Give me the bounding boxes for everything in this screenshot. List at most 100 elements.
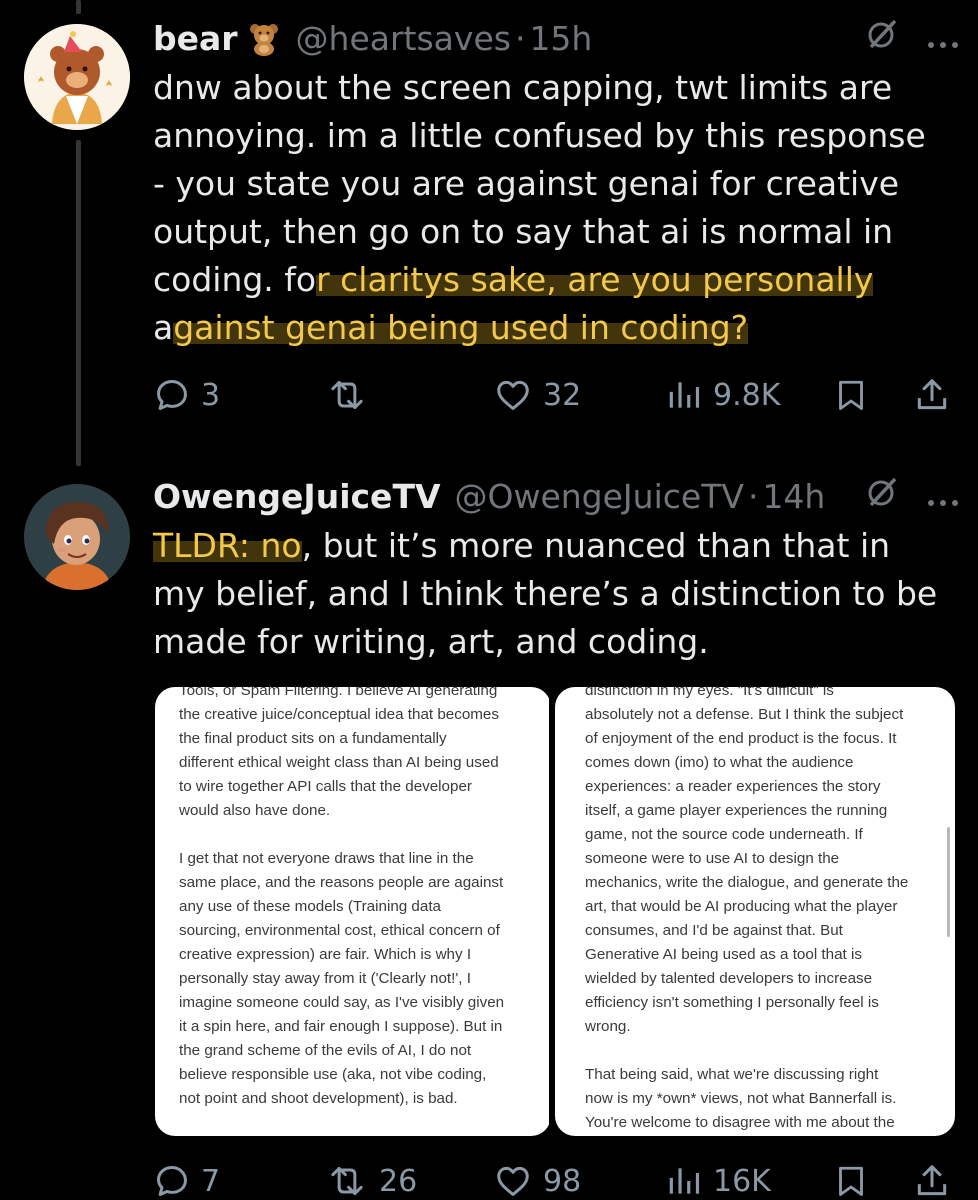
image-text-line: now is my *own* views, not what Bannerfa…	[585, 1090, 897, 1107]
reply-icon	[157, 1166, 187, 1196]
timestamp[interactable]: 14h	[762, 477, 825, 516]
image-scrollbar	[947, 827, 950, 937]
teddy-bear-icon	[246, 20, 282, 56]
image-text-line: wrong.	[585, 1018, 631, 1035]
more-icon[interactable]	[926, 19, 960, 58]
views-count: 9.8K	[713, 377, 781, 413]
image-text-line: distinction in my eyes. "It's difficult"…	[585, 687, 834, 699]
reply-count: 7	[201, 1163, 221, 1199]
tweet[interactable]: bear @heartsaves · 15h dnw about the scr…	[153, 16, 960, 352]
share-icon	[917, 1165, 947, 1196]
header-icons	[864, 474, 960, 518]
repost-icon	[331, 380, 363, 410]
highlighted-text: gainst genai being used in coding?	[173, 308, 749, 347]
image-text-line: absolutely not a defense. But I think th…	[585, 706, 904, 723]
image-text-line: You're welcome to disagree with me about…	[585, 1114, 895, 1131]
tweet-actions: 3 32 9.8K	[153, 370, 960, 420]
reply-button[interactable]: 3	[153, 370, 220, 420]
tweet-line: output, then go on to say that ai is nor…	[153, 212, 894, 251]
views-button[interactable]: 16K	[665, 1156, 771, 1200]
bookmark-button[interactable]	[833, 1156, 869, 1200]
image-text-line: That being said, what we're discussing r…	[585, 1066, 879, 1083]
header-icons	[864, 16, 960, 60]
separator-dot: ·	[514, 18, 526, 58]
image-text-line: personally stay away from it ('Clearly n…	[179, 970, 471, 987]
views-icon	[669, 382, 700, 408]
reply-icon	[157, 380, 187, 410]
image-text-line: itself, a game player experiences the ru…	[585, 802, 888, 819]
share-button[interactable]	[913, 370, 951, 420]
tweet-text-plain: a	[153, 308, 174, 347]
share-button[interactable]	[913, 1156, 951, 1200]
image-text-line: mechanics, write the dialogue, and gener…	[585, 874, 909, 891]
image-text-line: the creative juice/conceptual idea that …	[179, 706, 499, 723]
display-name[interactable]: bear	[153, 19, 238, 58]
attached-image-left[interactable]: Tools, or Spam Filtering. I believe AI g…	[155, 687, 551, 1136]
reply-button[interactable]: 7	[153, 1156, 220, 1200]
reply-count: 3	[201, 377, 221, 413]
image-text-line: game, not the source code underneath. If	[585, 826, 863, 843]
views-button[interactable]: 9.8K	[665, 370, 780, 420]
tweet-text-plain: , but it’s more nuanced than that in	[301, 526, 891, 565]
more-icon[interactable]	[926, 477, 960, 516]
heart-icon	[497, 380, 529, 410]
tweet-text: dnw about the screen capping, twt limits…	[153, 64, 960, 352]
views-icon	[669, 1168, 700, 1194]
thread-line-top	[76, 0, 81, 14]
highlighted-text: r claritys sake, are you personally	[316, 260, 874, 299]
repost-button[interactable]: 26	[325, 1156, 417, 1200]
tweet-line: annoying. im a little confused by this r…	[153, 116, 926, 155]
share-icon	[917, 379, 947, 410]
image-text-line: Generative AI being used as a tool that …	[585, 946, 862, 963]
image-text-line: same place, and the reasons people are a…	[179, 874, 504, 891]
image-text-line: efficiency isn't something I personally …	[585, 994, 879, 1011]
tweet-line: TLDR: no, but it’s more nuanced than tha…	[153, 522, 960, 570]
image-text-line: I get that not everyone draws that line …	[179, 850, 474, 867]
like-button[interactable]: 32	[493, 370, 581, 420]
tweet-header: OwengeJuiceTV @OwengeJuiceTV · 14h	[153, 474, 960, 518]
display-name[interactable]: OwengeJuiceTV	[153, 477, 441, 516]
heart-icon	[497, 1166, 529, 1196]
image-text-line: the final product sits on a fundamentall…	[179, 730, 447, 747]
image-text-line: someone were to use AI to design the	[585, 850, 840, 867]
image-text-line: would also have done.	[179, 802, 331, 819]
handle[interactable]: @OwengeJuiceTV	[455, 477, 744, 516]
like-button[interactable]: 98	[493, 1156, 581, 1200]
grok-icon[interactable]	[864, 16, 900, 60]
image-text-line: sourcing, environmental cost, ethical co…	[179, 922, 500, 939]
grok-icon[interactable]	[864, 474, 900, 518]
tweet-text-plain: coding. fo	[153, 260, 317, 299]
image-text-line: of enjoyment of the end product is the f…	[585, 730, 897, 747]
image-text-line: consumes, and I'd be against that. But	[585, 922, 843, 939]
image-text-line: not point and shoot development), is bad…	[179, 1090, 458, 1107]
tweet-line: made for writing, art, and coding.	[153, 622, 709, 661]
avatar[interactable]	[24, 484, 130, 590]
timestamp[interactable]: 15h	[529, 19, 592, 58]
image-text-line: experiences: a reader experiences the st…	[585, 778, 881, 795]
tweet-line: against genai being used in coding?	[153, 304, 960, 352]
tweet-actions: 7 26 98 16K	[153, 1156, 960, 1200]
tweet-header: bear @heartsaves · 15h	[153, 16, 960, 60]
image-text-line: to wire together API calls that the deve…	[179, 778, 472, 795]
image-text-line: it a spin here, and fair enough I suppos…	[179, 1018, 503, 1035]
image-text-line: creative expression) are fair. Which is …	[179, 946, 472, 963]
tweet-text: TLDR: no, but it’s more nuanced than tha…	[153, 522, 960, 666]
image-text-line: the grand scheme of the evils of AI, I d…	[179, 1042, 472, 1059]
like-count: 98	[543, 1163, 582, 1199]
highlighted-text: TLDR: no	[153, 526, 302, 565]
repost-count: 26	[379, 1163, 418, 1199]
tweet[interactable]: OwengeJuiceTV @OwengeJuiceTV · 14h TLDR:…	[153, 474, 960, 666]
image-text-line: imagine someone could say, as I've visib…	[179, 994, 505, 1011]
separator-dot: ·	[747, 476, 759, 516]
bookmark-button[interactable]	[833, 370, 869, 420]
tweet-line: my belief, and I think there’s a distinc…	[153, 574, 938, 613]
repost-button[interactable]	[325, 370, 379, 420]
attached-image-right[interactable]: distinction in my eyes. "It's difficult"…	[555, 687, 955, 1136]
image-text-line: art, that would be AI producing what the…	[585, 898, 898, 915]
image-text-line: Tools, or Spam Filtering. I believe AI g…	[179, 687, 498, 699]
handle[interactable]: @heartsaves	[296, 19, 511, 58]
image-text-line: any use of these models (Training data	[179, 898, 441, 915]
avatar[interactable]	[24, 24, 130, 130]
thread-line	[76, 140, 81, 466]
tweet-line: coding. for claritys sake, are you perso…	[153, 256, 960, 304]
